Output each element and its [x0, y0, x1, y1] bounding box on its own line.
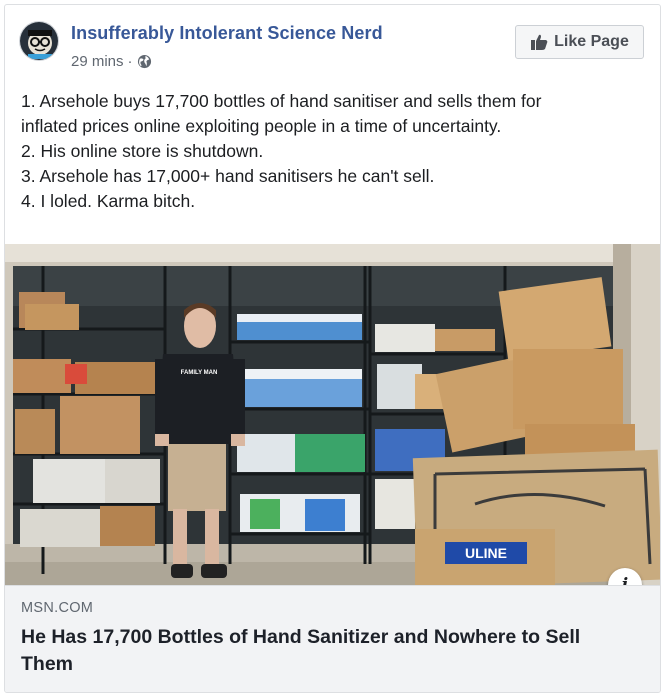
post-text-line: 3. Arsehole has 17,000+ hand sanitisers … [21, 166, 435, 186]
post-meta: 29 mins · [71, 53, 152, 70]
page-avatar[interactable] [19, 21, 59, 61]
meta-separator: · [127, 53, 133, 70]
uline-box-text: ULINE [465, 545, 507, 561]
post-photo[interactable]: ULINE FAMILY MAN [5, 244, 660, 585]
page-name-link[interactable]: Insufferably Intolerant Science Nerd [71, 23, 383, 44]
link-preview[interactable]: MSN.COM He Has 17,700 Bottles of Hand Sa… [5, 585, 660, 692]
garage-shelves-photo: ULINE FAMILY MAN [5, 244, 660, 585]
post-text-line: 1. Arsehole buys 17,700 bottles of hand … [21, 91, 542, 111]
post-header: Insufferably Intolerant Science Nerd 29 … [19, 21, 644, 81]
link-title[interactable]: He Has 17,700 Bottles of Hand Sanitizer … [21, 624, 631, 678]
globe-icon[interactable] [137, 54, 152, 69]
like-page-button[interactable]: Like Page [515, 25, 644, 59]
nerd-face-logo [20, 22, 58, 60]
thumbs-up-icon [531, 34, 548, 50]
post-timestamp[interactable]: 29 mins [71, 53, 124, 70]
post-text-line: inflated prices online exploiting people… [21, 116, 502, 136]
feed-post-card: Insufferably Intolerant Science Nerd 29 … [4, 4, 661, 693]
post-body-text: 1. Arsehole buys 17,700 bottles of hand … [21, 89, 644, 214]
post-text-line: 4. I loled. Karma bitch. [21, 191, 196, 211]
shirt-text: FAMILY MAN [181, 370, 218, 376]
like-page-label: Like Page [554, 33, 629, 50]
link-domain: MSN.COM [21, 600, 94, 616]
post-text-line: 2. His online store is shutdown. [21, 141, 264, 161]
